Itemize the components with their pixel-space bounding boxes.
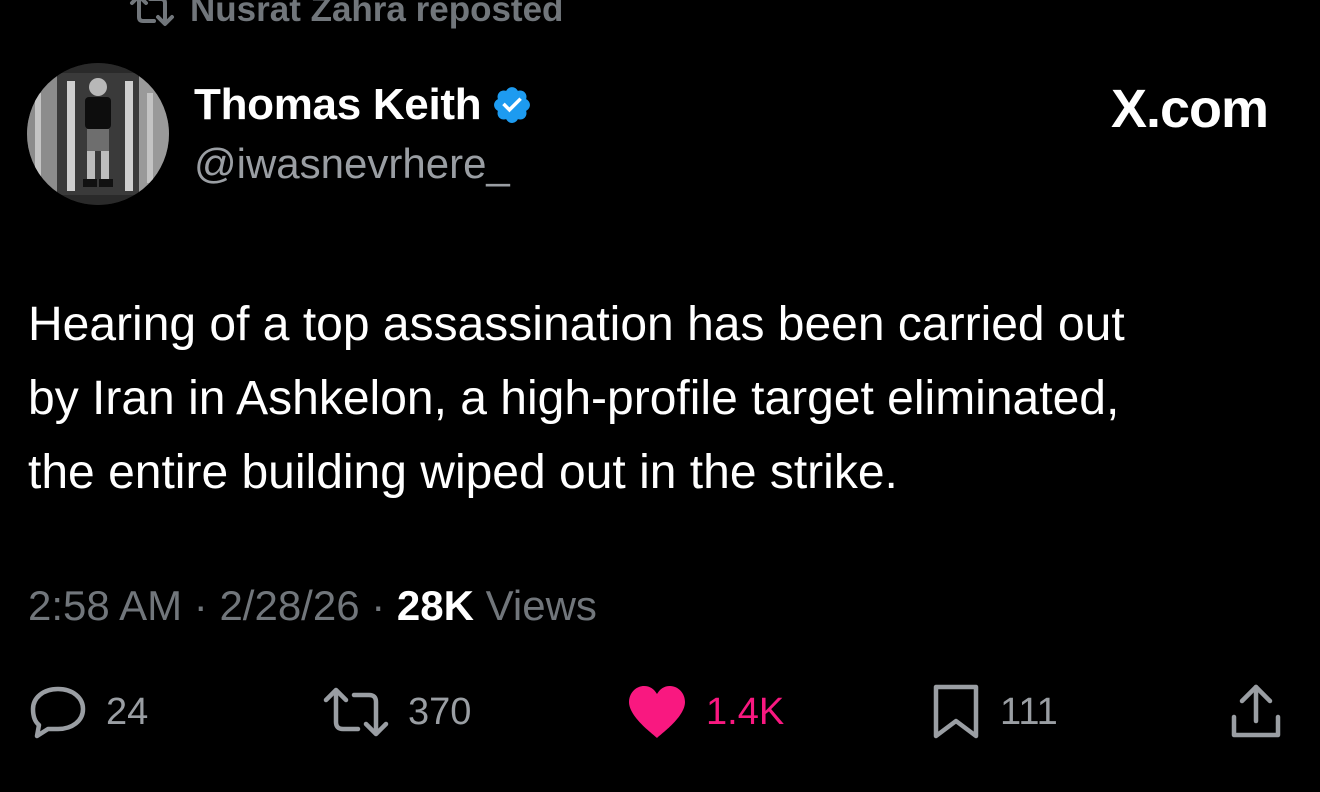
tweet-date[interactable]: 2/28/26 [219,582,359,629]
bookmark-count: 111 [1000,690,1058,733]
verified-badge-icon [491,84,533,126]
bookmark-icon [930,683,982,741]
repost-button[interactable]: 370 [322,682,471,742]
x-com-logo: X.com [1110,79,1269,139]
reply-icon [28,684,88,740]
author-handle[interactable]: @iwasnevrhere_ [194,140,510,188]
like-button[interactable]: 1.4K [626,682,784,742]
meta-separator: · [359,582,397,629]
author-display-name[interactable]: Thomas Keith [194,80,482,130]
tweet-text: Hearing of a top assassination has been … [28,288,1298,510]
tweet-text-line: by Iran in Ashkelon, a high-profile targ… [28,372,1120,425]
share-icon [1228,683,1284,741]
tweet-meta: 2:58 AM · 2/28/26 · 28K Views [28,582,597,630]
author-name-row: Thomas Keith [194,80,533,130]
heart-icon [626,684,688,740]
repost-banner-text[interactable]: Nusrat Zahra reposted [190,0,563,30]
repost-count: 370 [408,690,472,733]
reply-button[interactable]: 24 [28,682,148,742]
tweet-text-line: Hearing of a top assassination has been … [28,298,1125,351]
repost-banner: Nusrat Zahra reposted [128,0,563,32]
tweet-time[interactable]: 2:58 AM [28,582,182,629]
avatar[interactable] [27,63,169,205]
repost-icon [322,684,390,740]
tweet-text-line: the entire building wiped out in the str… [28,446,898,499]
share-button[interactable] [1228,682,1284,742]
like-count: 1.4K [706,690,785,733]
meta-separator: · [182,582,220,629]
bookmark-button[interactable]: 111 [930,682,1058,742]
views-label: Views [473,582,597,629]
repost-icon [128,0,176,27]
views-count: 28K [396,582,474,629]
reply-count: 24 [106,690,149,733]
